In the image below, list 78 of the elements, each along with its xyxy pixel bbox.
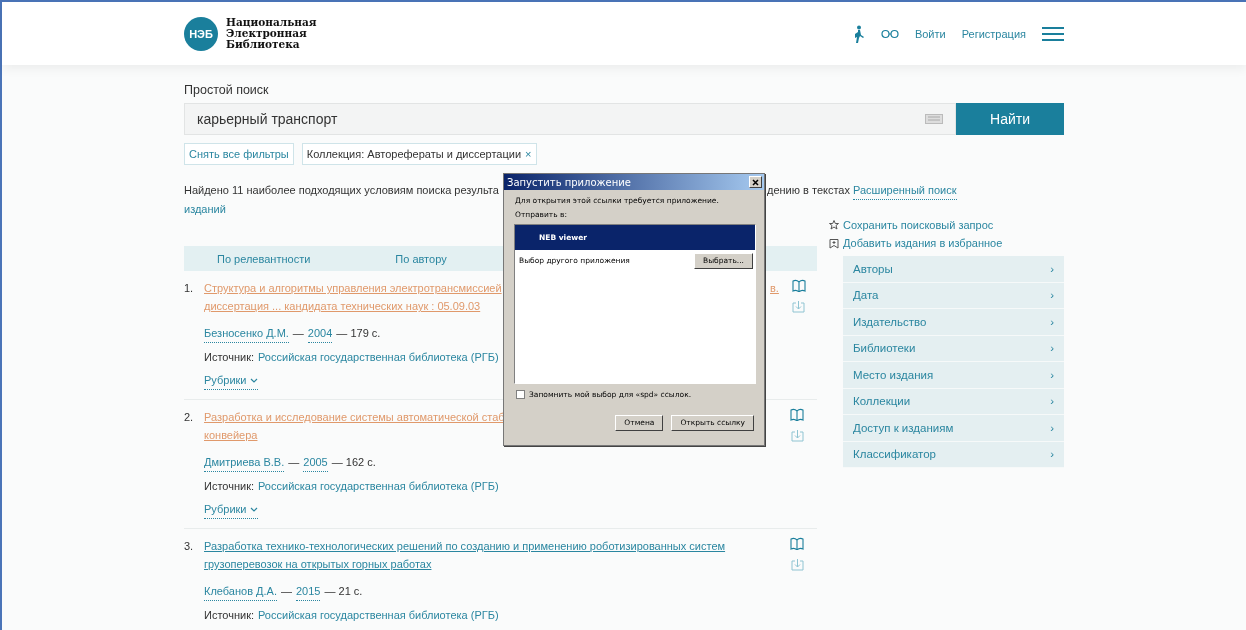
chevron-icon: › — [1050, 392, 1054, 411]
author-link[interactable]: Клебанов Д.А. — [204, 582, 277, 601]
accessibility-person-icon[interactable] — [852, 24, 865, 43]
year-link[interactable]: 2004 — [307, 324, 333, 343]
result-title-link[interactable]: грузоперевозок на открытых горных работах — [204, 555, 432, 573]
facet-item[interactable]: Библиотеки › — [843, 335, 1064, 362]
close-icon — [752, 178, 759, 186]
open-book-icon[interactable] — [790, 537, 804, 550]
rubrics-toggle[interactable]: Рубрики — [204, 500, 259, 519]
chevron-icon: › — [1050, 445, 1054, 464]
logo-badge[interactable]: НЭБ — [184, 16, 218, 51]
find-button[interactable]: Найти — [956, 103, 1064, 135]
chevron-down-icon — [250, 506, 259, 512]
action-link[interactable]: Добавить издания в избранное — [829, 234, 1064, 252]
author-link[interactable]: Безносенко Д.М. — [204, 324, 289, 343]
remember-checkbox[interactable] — [516, 389, 525, 399]
dash-text: — — [288, 455, 300, 470]
year-link[interactable]: 2005 — [303, 453, 328, 472]
result-title-link[interactable]: в. — [770, 279, 779, 297]
year-link[interactable]: 2015 — [296, 582, 321, 601]
result-title-link[interactable]: диссертация ... кандидата технических наук : 05.09.03 — [204, 297, 481, 315]
sort-link[interactable]: По релевантности — [217, 249, 311, 268]
source-label: Источник: — [204, 479, 254, 494]
chevron-icon: › — [1050, 286, 1054, 305]
facet-item[interactable]: Доступ к изданиям › — [843, 415, 1064, 442]
pages-text: — 162 с. — [331, 455, 376, 470]
results-count-text: дению в текстах — [767, 183, 850, 198]
facet-item[interactable]: Авторы › — [843, 256, 1064, 283]
login-link[interactable]: Войти — [914, 24, 946, 43]
open-book-icon[interactable] — [790, 408, 804, 421]
glasses-icon[interactable] — [880, 28, 899, 39]
source-label: Источник: — [204, 350, 254, 365]
result-title-link[interactable]: конвейера — [204, 426, 258, 444]
chevron-icon: › — [1050, 339, 1054, 358]
filter-tag: Коллекция: Авторефераты и диссертации × — [301, 143, 537, 165]
dialog-title-bar: Запустить приложение — [504, 174, 764, 190]
result-number: 3. — [184, 539, 195, 554]
facet-item[interactable]: Издательство › — [843, 309, 1064, 336]
star-icon — [829, 220, 839, 230]
chevron-icon: › — [1050, 418, 1054, 437]
pages-text: — 179 с. — [336, 326, 381, 341]
result-number: 1. — [184, 281, 195, 296]
dash-text: — — [292, 326, 304, 341]
reset-filters-link[interactable]: Снять все фильтры — [184, 143, 294, 165]
dash-text: — — [281, 584, 292, 599]
source-label: Источник: — [204, 608, 254, 623]
logo-text: Национальная Электронная Библиотека — [226, 16, 317, 50]
chevron-icon: › — [1050, 259, 1054, 278]
sort-link[interactable]: По автору — [395, 249, 447, 268]
facet-item[interactable]: Место издания › — [843, 362, 1064, 389]
results-count-text: Найдено 11 наиболее подходящих условиям поиска результа — [184, 183, 499, 198]
result-title-link[interactable]: Структура и алгоритмы управления электротрансмиссией — [204, 279, 502, 297]
open-book-icon[interactable] — [791, 279, 806, 292]
results-count-text: изданий — [184, 202, 226, 217]
source-link[interactable]: Российская государственная библиотека (РГБ) — [258, 477, 499, 495]
keyboard-icon — [925, 114, 943, 124]
search-field[interactable]: карьерный транспорт — [184, 103, 956, 135]
advanced-search-link[interactable]: Расширенный поиск — [852, 181, 957, 200]
remove-filter-button[interactable]: × — [525, 145, 532, 163]
facet-item[interactable]: Коллекции › — [843, 388, 1064, 415]
menu-icon[interactable] — [1042, 25, 1064, 42]
facet-item[interactable]: Дата › — [843, 282, 1064, 309]
author-link[interactable]: Дмитриева В.В. — [204, 453, 285, 472]
source-link[interactable]: Российская государственная библиотека (РГБ) — [258, 606, 499, 624]
action-link[interactable]: Сохранить поисковый запрос — [829, 216, 1064, 234]
search-label: Простой поиск — [184, 82, 270, 99]
register-link[interactable]: Регистрация — [961, 24, 1026, 43]
bookmark-icon — [829, 237, 839, 249]
result-title-link[interactable]: Разработка технико-технологических решений по созданию и применению роботизированных систем — [204, 537, 726, 555]
source-link[interactable]: Российская государственная библиотека (РГБ) — [258, 348, 499, 366]
pages-text: — 21 с. — [324, 584, 363, 599]
result-number: 2. — [184, 410, 195, 425]
rubrics-toggle[interactable]: Рубрики — [204, 371, 259, 390]
chevron-icon: › — [1050, 365, 1054, 384]
chevron-down-icon — [250, 377, 259, 383]
chevron-icon: › — [1050, 312, 1054, 331]
close-button[interactable] — [749, 176, 762, 188]
facet-item[interactable]: Классификатор › — [843, 441, 1064, 468]
